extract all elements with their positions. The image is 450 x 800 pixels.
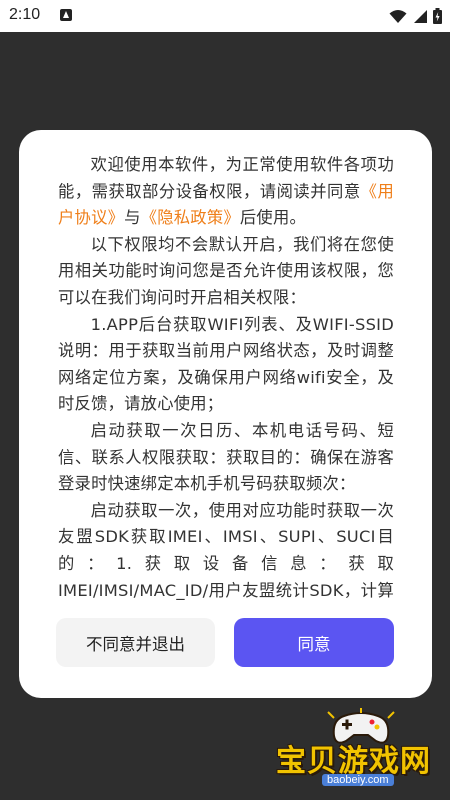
privacy-policy-link[interactable]: 《隐私政策》 bbox=[141, 208, 240, 227]
watermark: 宝贝游戏网 baobeiy.com bbox=[268, 708, 448, 798]
dialog-paragraph: 1.APP后台获取WIFI列表、及WIFI-SSID说明：用于获取当前用户网络状… bbox=[58, 312, 394, 418]
permission-dialog: 欢迎使用本软件，为正常使用软件各项功能，需获取部分设备权限，请阅读并同意《用户协… bbox=[19, 130, 432, 698]
decline-exit-button[interactable]: 不同意并退出 bbox=[56, 618, 215, 667]
dialog-text: 欢迎使用本软件，为正常使用软件各项功能，需获取部分设备权限，请阅读并同意 bbox=[58, 155, 394, 201]
agree-button[interactable]: 同意 bbox=[234, 618, 394, 667]
dialog-text: 以下权限均不会默认开启，我们将在您使用相关功能时询问您是否允许使用该权限，您可以… bbox=[58, 234, 394, 307]
status-time: 2:10 bbox=[9, 6, 41, 23]
status-icons bbox=[389, 7, 442, 25]
dialog-text: 1.APP后台获取WIFI列表、及WIFI-SSID说明：用于获取当前用户网络状… bbox=[58, 314, 394, 414]
signal-icon bbox=[414, 9, 427, 23]
dialog-body[interactable]: 欢迎使用本软件，为正常使用软件各项功能，需获取部分设备权限，请阅读并同意《用户协… bbox=[58, 152, 394, 602]
status-bar: 2:10 bbox=[0, 0, 450, 32]
dialog-paragraph: 欢迎使用本软件，为正常使用软件各项功能，需获取部分设备权限，请阅读并同意《用户协… bbox=[58, 152, 394, 232]
dialog-text: 后使用。 bbox=[239, 208, 307, 228]
watermark-url: baobeiy.com bbox=[322, 774, 394, 786]
dialog-text: 启动获取一次，使用对应功能时获取一次友盟SDK获取IMEI、IMSI、SUPI、… bbox=[58, 500, 394, 600]
dialog-paragraph: 启动获取一次，使用对应功能时获取一次友盟SDK获取IMEI、IMSI、SUPI、… bbox=[58, 498, 394, 602]
dialog-paragraph: 启动获取一次日历、本机电话号码、短信、联系人权限获取：获取目的：确保在游客登录时… bbox=[58, 418, 394, 498]
wifi-icon bbox=[389, 9, 407, 23]
dialog-text: 启动获取一次日历、本机电话号码、短信、联系人权限获取：获取目的：确保在游客登录时… bbox=[58, 420, 394, 494]
battery-icon bbox=[433, 8, 442, 24]
a-notification-icon bbox=[60, 9, 72, 21]
dialog-text: 与 bbox=[124, 208, 141, 228]
dialog-paragraph: 以下权限均不会默认开启，我们将在您使用相关功能时询问您是否允许使用该权限，您可以… bbox=[58, 232, 394, 312]
